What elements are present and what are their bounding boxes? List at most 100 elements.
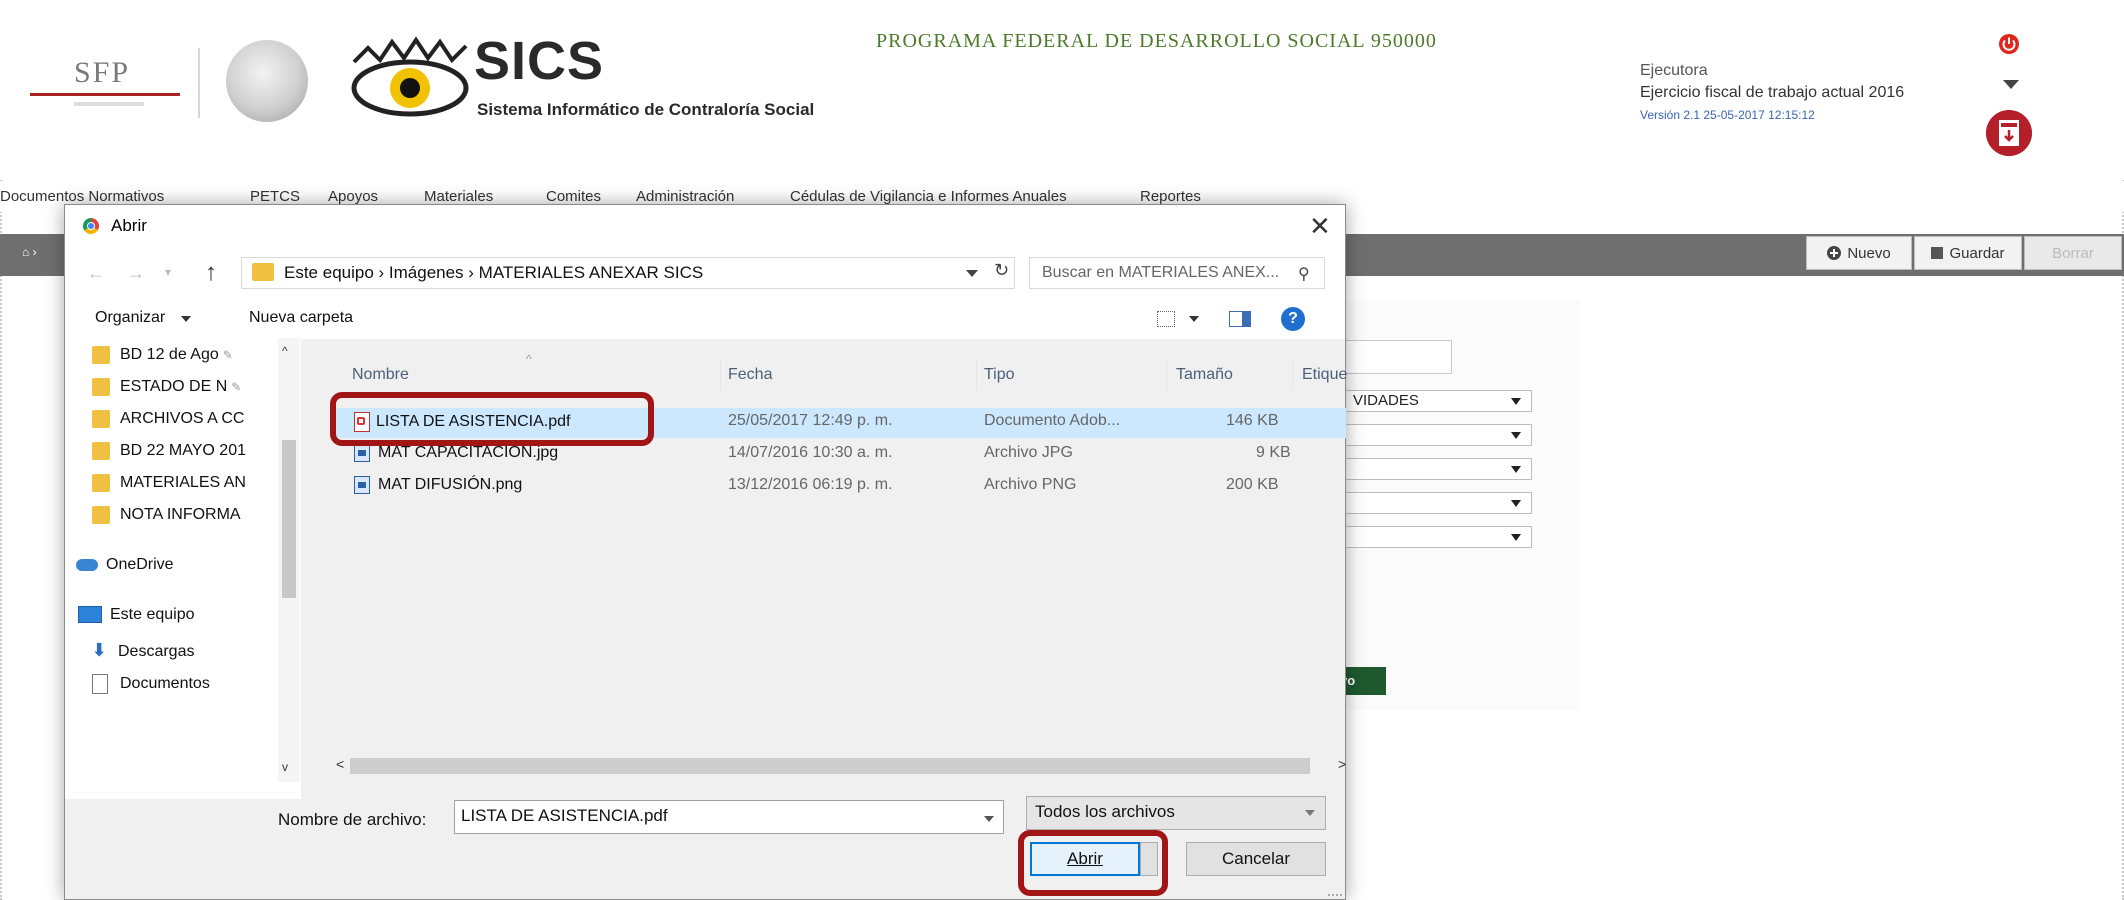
national-seal-logo (226, 40, 308, 122)
recent-locations-icon[interactable]: ▾ (165, 265, 171, 279)
menu-item-administracion[interactable]: Administración (636, 188, 734, 205)
caret-down-icon[interactable] (2003, 80, 2019, 89)
file-date: 25/05/2017 12:49 p. m. (728, 412, 893, 429)
address-row: ← → ▾ ↑ Este equipo › Imágenes › MATERIA… (65, 247, 1345, 299)
search-input[interactable]: Buscar en MATERIALES ANEX... ⚲ (1029, 257, 1325, 289)
sfp-logo: SFP (30, 50, 180, 120)
nav-item-folder[interactable]: ESTADO DE N ✎ (92, 378, 241, 396)
scroll-down-icon[interactable]: v (282, 760, 288, 774)
delete-button[interactable]: Borrar (2024, 236, 2122, 270)
organize-caret-icon (181, 316, 191, 322)
power-icon[interactable] (1998, 33, 2020, 55)
pin-icon: ✎ (222, 348, 233, 363)
view-caret-icon[interactable] (1189, 316, 1199, 322)
column-header-name[interactable]: Nombre (352, 366, 409, 384)
back-arrow-icon[interactable]: ← (87, 263, 105, 284)
folder-icon (92, 474, 110, 492)
column-header-tags[interactable]: Etique (1302, 366, 1347, 384)
save-icon (1931, 247, 1944, 259)
close-icon[interactable]: ✕ (1309, 211, 1331, 242)
manual-download-icon[interactable] (1986, 110, 2032, 156)
nav-item-folder[interactable]: ARCHIVOS A CC (92, 410, 244, 428)
new-folder-button[interactable]: Nueva carpeta (249, 309, 353, 327)
organize-button[interactable]: Organizar (95, 309, 165, 327)
nav-item-folder[interactable]: BD 12 de Ago ✎ (92, 346, 233, 364)
menu-item-reportes[interactable]: Reportes (1140, 188, 1201, 205)
column-header-date[interactable]: Fecha (728, 366, 772, 384)
scroll-left-icon[interactable]: < (336, 756, 344, 772)
background-text-input[interactable] (1340, 340, 1452, 374)
nav-item-onedrive[interactable]: OneDrive (76, 556, 174, 574)
menu-item-materiales[interactable]: Materiales (424, 188, 493, 205)
new-button[interactable]: Nuevo (1806, 236, 1912, 270)
preview-pane-icon[interactable] (1229, 311, 1251, 327)
filename-dropdown-icon[interactable] (984, 816, 994, 822)
refresh-icon[interactable]: ↻ (994, 260, 1009, 281)
save-button[interactable]: Guardar (1914, 236, 2022, 270)
column-header-type[interactable]: Tipo (984, 366, 1015, 384)
up-arrow-icon[interactable]: ↑ (205, 259, 217, 287)
command-bar: Organizar Nueva carpeta ? (65, 299, 1345, 339)
sfp-logo-text: SFP (74, 56, 131, 89)
nav-item-folder[interactable]: MATERIALES AN (92, 474, 246, 492)
search-icon: ⚲ (1298, 266, 1310, 283)
app-name: SICS (474, 31, 605, 91)
file-type: Documento Adob... (984, 412, 1121, 429)
folder-icon (92, 442, 110, 460)
version-info: Versión 2.1 25-05-2017 12:15:12 (1640, 108, 1815, 122)
nav-item-this-pc[interactable]: Este equipo (78, 606, 195, 624)
filename-input[interactable]: LISTA DE ASISTENCIA.pdf (454, 800, 1004, 834)
save-button-label: Guardar (1949, 244, 2005, 262)
address-bar[interactable]: Este equipo › Imágenes › MATERIALES ANEX… (241, 257, 1015, 289)
pin-icon: ✎ (231, 380, 242, 395)
address-dropdown-icon[interactable] (966, 270, 978, 277)
help-icon[interactable]: ? (1281, 307, 1305, 331)
resize-grip[interactable] (1328, 884, 1342, 896)
background-select-1-value: VIDADES (1353, 392, 1419, 409)
file-name: MAT DIFUSIÓN.png (354, 476, 522, 494)
nav-item-documents[interactable]: Documentos (88, 674, 210, 694)
app-header: SFP SICS Sistema Informático de Contralo… (0, 0, 2124, 180)
eye-logo-icon (351, 36, 469, 117)
background-select-1[interactable]: VIDADES (1340, 390, 1532, 412)
new-button-label: Nuevo (1847, 244, 1891, 262)
menu-item-comites[interactable]: Comites (546, 188, 601, 205)
logo-divider (198, 48, 200, 118)
file-size: 200 KB (1226, 476, 1279, 493)
plus-icon (1827, 246, 1842, 260)
file-date: 13/12/2016 06:19 p. m. (728, 476, 893, 493)
cancel-button[interactable]: Cancelar (1186, 842, 1326, 876)
file-type: Archivo JPG (984, 444, 1073, 461)
background-select-4[interactable] (1340, 492, 1532, 514)
background-select-3[interactable] (1340, 458, 1532, 480)
nav-item-folder[interactable]: BD 22 MAYO 201 (92, 442, 246, 460)
menu-item-cedulas[interactable]: Cédulas de Vigilancia e Informes Anuales (790, 188, 1067, 205)
sort-indicator-icon: ^ (526, 352, 532, 366)
filetype-select[interactable]: Todos los archivos (1026, 796, 1326, 830)
folder-icon (92, 410, 110, 428)
navigation-scrollbar-thumb[interactable] (282, 440, 296, 598)
image-file-icon (354, 476, 370, 494)
background-select-5[interactable] (1340, 526, 1532, 548)
view-options-icon[interactable] (1157, 311, 1175, 327)
document-icon (92, 674, 108, 694)
horizontal-scrollbar-thumb[interactable] (350, 758, 1310, 774)
nav-item-folder[interactable]: NOTA INFORMA (92, 506, 241, 524)
nav-item-downloads[interactable]: ⬇ Descargas (88, 640, 194, 661)
menu-item-apoyos[interactable]: Apoyos (328, 188, 378, 205)
dialog-titlebar: Abrir ✕ (65, 205, 1345, 247)
background-green-button[interactable]: vo (1340, 667, 1386, 695)
column-header-size[interactable]: Tamaño (1176, 366, 1233, 384)
cancel-button-label: Cancelar (1221, 849, 1291, 868)
filetype-value: Todos los archivos (1035, 802, 1175, 821)
highlight-selected-file (330, 392, 654, 446)
onedrive-icon (76, 558, 98, 571)
menu-item-petcs[interactable]: PETCS (250, 188, 300, 205)
scroll-right-icon[interactable]: > (1338, 756, 1346, 772)
background-select-2[interactable] (1340, 424, 1532, 446)
delete-button-label: Borrar (2052, 244, 2094, 262)
app-subtitle: Sistema Informático de Contraloría Socia… (477, 100, 815, 119)
forward-arrow-icon[interactable]: → (127, 263, 145, 284)
menu-item-documentos[interactable]: Documentos Normativos (0, 188, 164, 205)
scroll-up-icon[interactable]: ^ (282, 344, 288, 358)
